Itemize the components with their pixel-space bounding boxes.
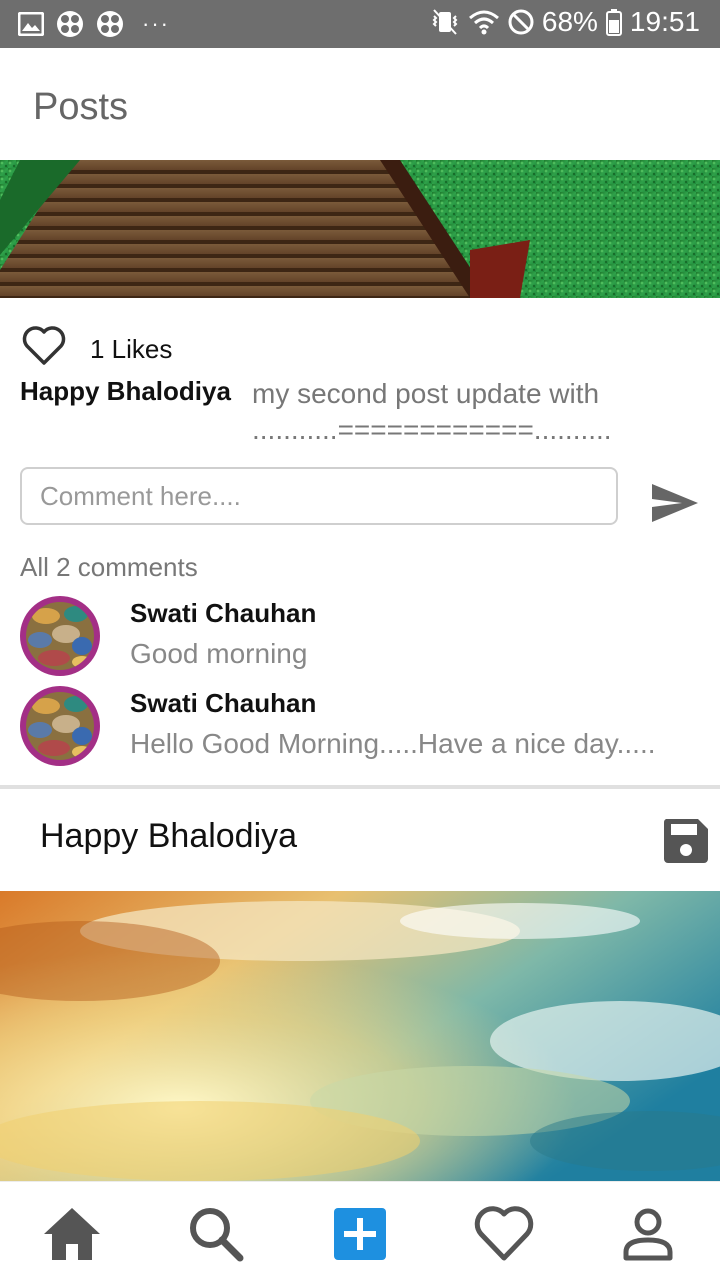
gallery-notification-icon: [18, 12, 44, 36]
post-image[interactable]: [0, 891, 720, 1181]
do-not-disturb-icon: [508, 9, 534, 35]
comment-item: Swati Chauhan Hello Good Morning.....Hav…: [20, 686, 710, 766]
comment-text: Good morning: [130, 638, 308, 669]
post-image[interactable]: [0, 160, 720, 298]
like-heart-icon[interactable]: [22, 326, 66, 366]
home-icon[interactable]: [42, 1204, 102, 1264]
profile-icon[interactable]: [618, 1204, 678, 1264]
sky-photo: [0, 891, 720, 1181]
comment-item: Swati Chauhan Good morning: [20, 596, 710, 676]
post-author[interactable]: Happy Bhalodiya: [40, 817, 297, 856]
send-comment-icon[interactable]: [650, 482, 700, 524]
search-icon[interactable]: [186, 1204, 246, 1264]
all-comments-link[interactable]: All 2 comments: [20, 552, 198, 583]
page-title: Posts: [33, 86, 129, 128]
more-notifications-indicator: ···: [142, 11, 170, 36]
save-icon[interactable]: [662, 817, 710, 865]
commenter-avatar[interactable]: [20, 686, 100, 766]
commenter-name[interactable]: Swati Chauhan: [130, 598, 316, 629]
app-bar: Posts: [0, 48, 720, 161]
vibrate-icon: [432, 9, 458, 35]
bottom-navigation: [0, 1181, 720, 1281]
boardwalk-photo: [0, 160, 720, 298]
comment-text: Hello Good Morning.....Have a nice day..…: [130, 728, 656, 759]
status-left: ···: [18, 10, 170, 38]
app-notification-icon: [57, 11, 83, 37]
post-caption: my second post update with ...........==…: [252, 378, 612, 445]
commenter-avatar[interactable]: [20, 596, 100, 676]
heart-icon[interactable]: [474, 1204, 534, 1264]
likes-count: 1 Likes: [90, 334, 173, 364]
status-bar: ··· 68% 19:51: [0, 0, 720, 48]
app-notification-icon: [97, 11, 123, 37]
battery-percentage: 68%: [541, 6, 598, 37]
add-post-icon[interactable]: [330, 1204, 390, 1264]
post-header: Happy Bhalodiya: [0, 789, 720, 891]
clock: 19:51: [629, 6, 700, 37]
commenter-name[interactable]: Swati Chauhan: [130, 688, 316, 719]
wifi-icon: [468, 10, 499, 35]
post-author[interactable]: Happy Bhalodiya: [20, 376, 231, 407]
battery-icon: [605, 9, 622, 36]
status-right: 68% 19:51: [430, 6, 700, 38]
comment-input[interactable]: [20, 467, 618, 525]
